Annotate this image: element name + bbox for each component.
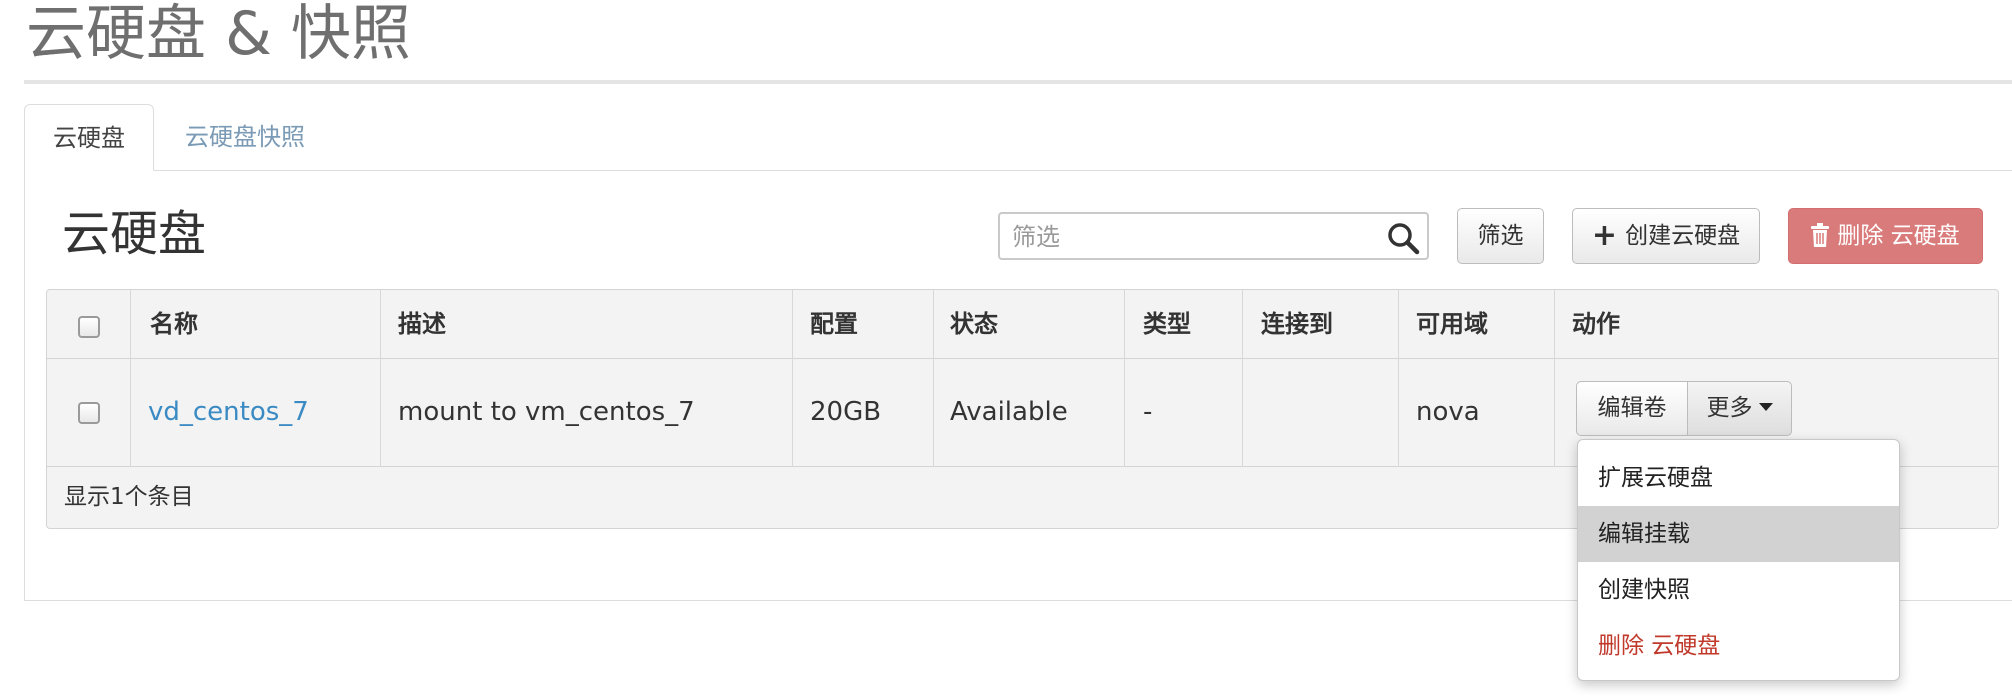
column-divider [933,290,934,467]
volume-status: Available [950,397,1068,427]
column-divider [130,290,131,467]
more-actions-label: 更多 [1706,395,1753,421]
page-title: 云硬盘 & 快照 [26,0,411,69]
column-header-description[interactable]: 描述 [398,290,446,358]
trash-icon [1811,223,1830,247]
column-divider [1124,290,1125,467]
column-header-type[interactable]: 类型 [1143,290,1191,358]
column-header-attached-to[interactable]: 连接到 [1261,290,1333,358]
menu-item-manage-attachments[interactable]: 编辑挂载 [1578,506,1899,562]
column-divider [1242,290,1243,467]
search-icon[interactable] [1385,220,1421,256]
column-header-actions: 动作 [1572,310,1620,338]
search-box [998,212,1429,260]
more-actions-button[interactable]: 更多 [1687,381,1792,436]
column-header-name[interactable]: 名称 [150,290,198,358]
column-divider [1398,290,1399,467]
table-footer-count: 显示1个条目 [64,484,194,510]
tab-volumes[interactable]: 云硬盘 [24,104,154,171]
volume-size: 20GB [810,397,882,427]
tab-volume-snapshots[interactable]: 云硬盘快照 [185,104,305,171]
search-input[interactable] [1010,216,1384,258]
column-divider [380,290,381,467]
menu-item-delete-volume[interactable]: 删除 云硬盘 [1578,618,1899,674]
volume-zone: nova [1416,397,1480,427]
row-checkbox[interactable] [78,402,100,424]
edit-volume-button[interactable]: 编辑卷 [1576,381,1688,436]
delete-volumes-button[interactable]: 删除 云硬盘 [1788,208,1983,264]
plus-icon: + [1591,218,1618,253]
caret-down-icon [1758,403,1773,411]
select-all-checkbox[interactable] [78,316,100,338]
menu-item-extend-volume[interactable]: 扩展云硬盘 [1578,450,1899,506]
volume-description: mount to vm_centos_7 [398,397,695,427]
column-divider [792,290,793,467]
column-header-zone[interactable]: 可用域 [1416,290,1488,358]
row-actions: 编辑卷 更多 [1576,381,1792,436]
filter-button[interactable]: 筛选 [1457,208,1544,264]
column-header-status[interactable]: 状态 [950,290,998,358]
column-header-size[interactable]: 配置 [810,290,858,358]
volume-type: - [1143,397,1153,427]
section-title: 云硬盘 [62,206,207,262]
create-volume-label: 创建云硬盘 [1625,223,1741,249]
more-actions-menu: 扩展云硬盘 编辑挂载 创建快照 删除 云硬盘 [1577,439,1900,681]
column-divider [1554,290,1555,467]
tab-strip-border [24,170,2012,171]
header-divider [24,80,2012,84]
menu-item-create-snapshot[interactable]: 创建快照 [1578,562,1899,618]
volume-name-link[interactable]: vd_centos_7 [148,359,309,466]
create-volume-button[interactable]: + 创建云硬盘 [1572,208,1760,264]
panel-border-left [24,170,25,600]
delete-volumes-label: 删除 云硬盘 [1837,223,1960,249]
